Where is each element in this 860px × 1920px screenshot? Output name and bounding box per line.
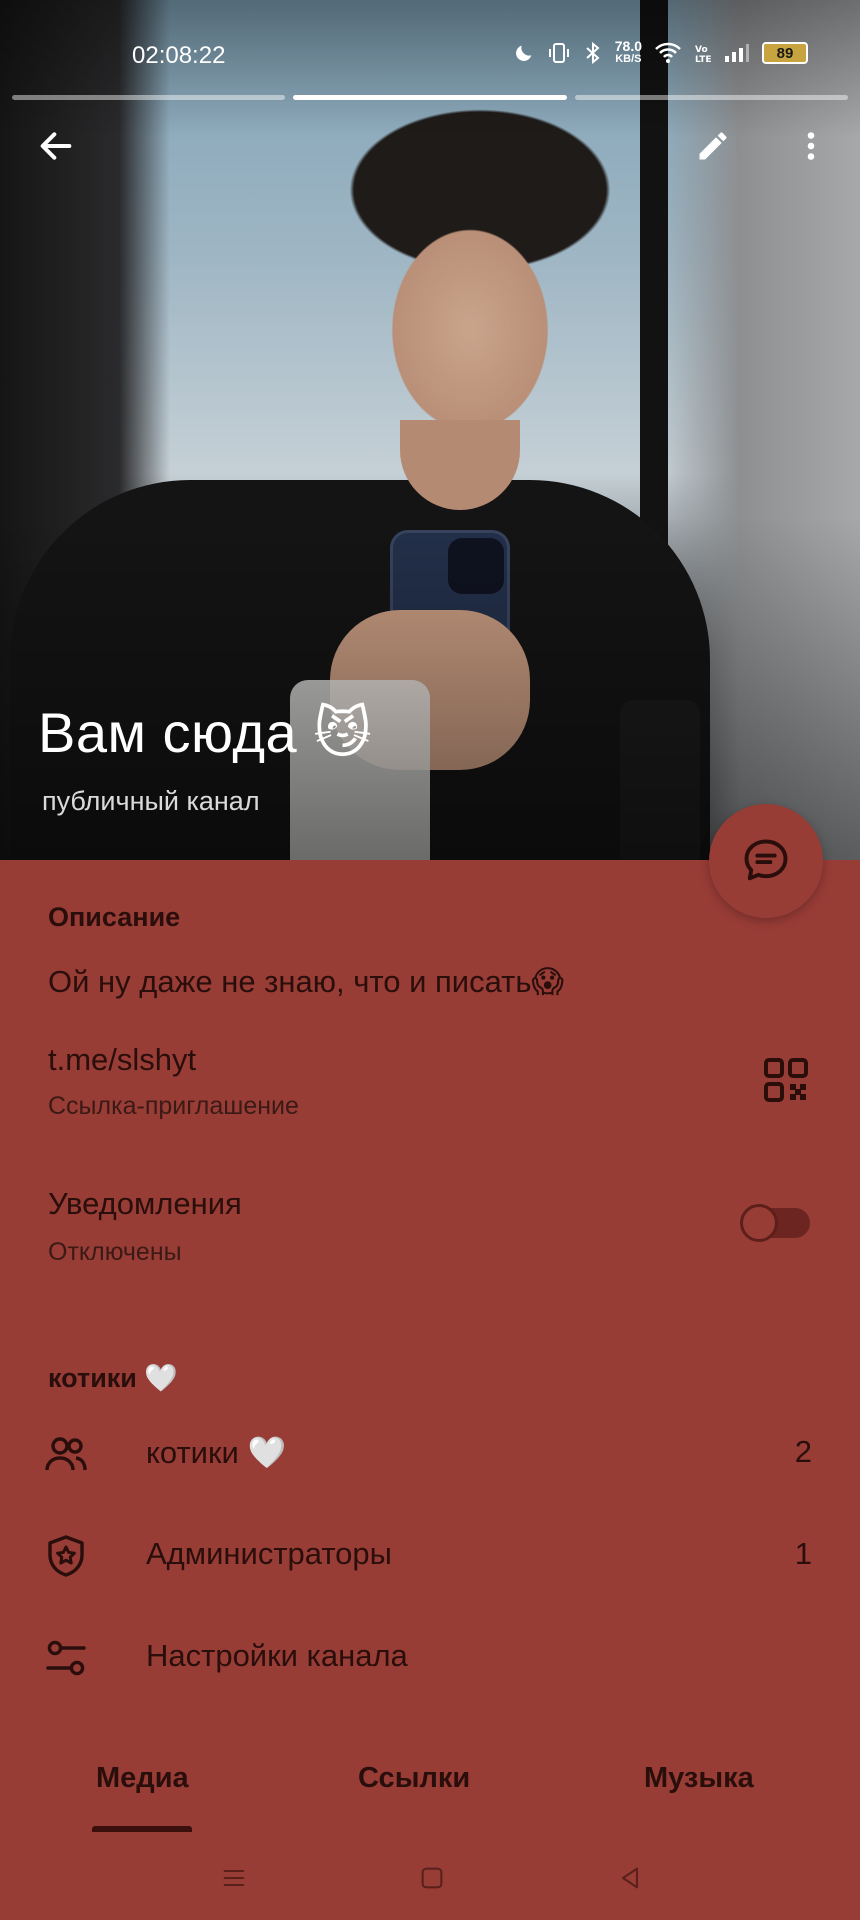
- pencil-icon: [699, 132, 727, 160]
- signal-icon: [725, 44, 749, 62]
- wifi-icon: [655, 42, 681, 63]
- media-tabs: Медиа Ссылки Музыка: [0, 1750, 860, 1832]
- group-heading: котики 🤍: [48, 1363, 179, 1393]
- menu-item-subscribers[interactable]: котики 🤍 2: [0, 1402, 860, 1502]
- network-speed: 78.0 KB/S: [614, 38, 642, 66]
- status-bar: 02:08:22 78.0 KB/S Vo LTE 89: [0, 30, 860, 80]
- status-time: 02:08:22: [132, 42, 226, 69]
- arrow-left-icon: [40, 132, 72, 160]
- triangle-back-icon: [621, 1867, 639, 1889]
- square-icon: [421, 1867, 443, 1889]
- notifications-label: Уведомления: [48, 1186, 242, 1221]
- discussion-button[interactable]: [709, 804, 823, 918]
- chat-bubble-icon: [744, 839, 788, 881]
- volte-icon: VoLTE: [695, 45, 712, 64]
- menu-lines-icon: [223, 1869, 245, 1887]
- status-icons: 78.0 KB/S Vo LTE 89: [513, 38, 808, 66]
- active-tab-indicator: [92, 1826, 192, 1832]
- edit-button[interactable]: [685, 118, 741, 174]
- menu-item-count: 2: [794, 1434, 812, 1469]
- more-vertical-icon: [807, 132, 815, 160]
- back-button[interactable]: [28, 118, 84, 174]
- channel-type: публичный канал: [42, 786, 260, 816]
- moon-icon: [515, 45, 532, 61]
- menu-item-label: Настройки канала: [146, 1638, 408, 1673]
- more-menu-button[interactable]: [783, 118, 839, 174]
- users-icon: [45, 1437, 87, 1471]
- notifications-toggle[interactable]: [740, 1204, 810, 1242]
- top-nav: [0, 118, 860, 174]
- description-heading: Описание: [48, 902, 181, 932]
- story-progress-segment-active: [293, 95, 567, 100]
- menu-item-administrators[interactable]: Администраторы 1: [0, 1504, 860, 1604]
- qr-code-button[interactable]: [762, 1056, 810, 1104]
- home-button[interactable]: [412, 1858, 452, 1898]
- battery-indicator: 89: [762, 42, 808, 64]
- channel-title: Вам сюда 😼: [38, 701, 373, 764]
- network-speed-unit: KB/S: [615, 53, 642, 65]
- menu-item-label: Администраторы: [146, 1536, 392, 1571]
- network-speed-value: 78.0: [614, 38, 642, 54]
- recent-apps-button[interactable]: [214, 1858, 254, 1898]
- bluetooth-icon: [586, 41, 600, 65]
- toggle-knob: [740, 1204, 778, 1242]
- invite-link-caption: Ссылка-приглашение: [48, 1092, 299, 1120]
- story-progress-segment: [574, 95, 848, 100]
- svg-text:Vo: Vo: [695, 45, 708, 55]
- notifications-state: Отключены: [48, 1238, 182, 1266]
- tab-media[interactable]: Медиа: [96, 1762, 189, 1795]
- tab-music[interactable]: Музыка: [644, 1762, 754, 1795]
- description-text: Ой ну даже не знаю, что и писать😱: [48, 964, 564, 999]
- story-progress: [12, 95, 848, 100]
- vibrate-icon: [548, 43, 569, 63]
- system-back-button[interactable]: [610, 1858, 650, 1898]
- menu-item-count: 1: [794, 1536, 812, 1571]
- invite-link-url[interactable]: t.me/slshyt: [48, 1042, 196, 1078]
- system-navigation-bar: [0, 1836, 860, 1920]
- shield-star-icon: [48, 1535, 84, 1577]
- story-progress-segment: [12, 95, 286, 100]
- sliders-icon: [46, 1640, 86, 1676]
- tab-links[interactable]: Ссылки: [358, 1762, 470, 1795]
- menu-item-label: котики 🤍: [146, 1435, 287, 1470]
- svg-text:LTE: LTE: [695, 55, 712, 64]
- qr-code-icon: [764, 1058, 808, 1102]
- menu-item-channel-settings[interactable]: Настройки канала: [0, 1606, 860, 1706]
